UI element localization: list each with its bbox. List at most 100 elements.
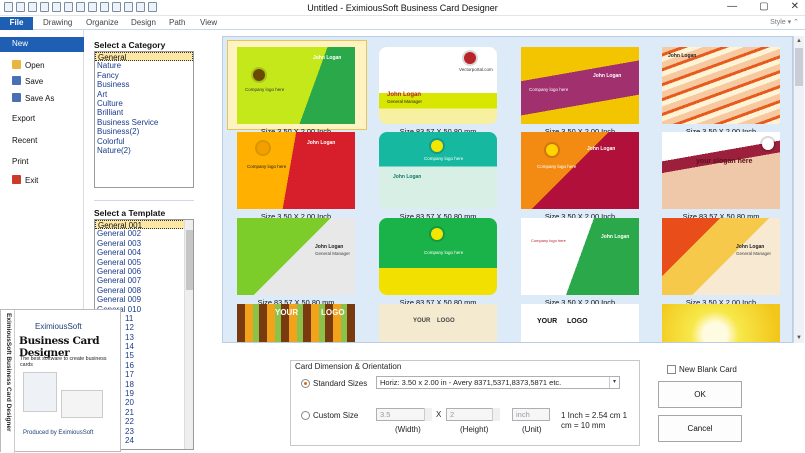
category-item[interactable]: Fancy xyxy=(95,71,193,80)
tab-file[interactable]: File xyxy=(0,17,33,30)
template-item[interactable]: General 008 xyxy=(95,286,193,295)
card-text: YOUR xyxy=(413,318,431,324)
category-item[interactable]: Culture xyxy=(95,99,193,108)
menu-save[interactable]: Save xyxy=(0,75,84,89)
template-item[interactable]: General 005 xyxy=(95,258,193,267)
template-item[interactable]: General 003 xyxy=(95,239,193,248)
minimize-icon[interactable]: — xyxy=(727,1,737,12)
tab-organize[interactable]: Organize xyxy=(86,17,118,30)
promo-tagline: The best software to create business car… xyxy=(20,356,107,368)
tab-design[interactable]: Design xyxy=(131,17,156,30)
card-text: Company logo here xyxy=(247,164,287,169)
card-text: John Logan xyxy=(307,140,336,146)
tab-view[interactable]: View xyxy=(200,17,217,30)
promo-side-strip: EximiousSoft Business Card Designer xyxy=(1,310,15,453)
standard-size-select[interactable]: Horiz: 3.50 x 2.00 in - Avery 8371,5371,… xyxy=(376,376,620,389)
business-card-template[interactable]: YOUR LOGO xyxy=(237,304,355,342)
business-card-template[interactable]: John Logan General Manager xyxy=(662,218,780,295)
scroll-up-icon[interactable]: ▲ xyxy=(795,38,803,44)
card-text: John Logan xyxy=(393,174,422,180)
menu-print[interactable]: Print xyxy=(0,155,84,169)
product-promo-box: EximiousSoft Business Card Designer Exim… xyxy=(0,309,121,453)
business-card-template[interactable]: Company logo here John Logan xyxy=(237,47,355,124)
business-card-template[interactable]: Company logo here John Logan xyxy=(521,47,639,124)
category-item[interactable]: Nature(2) xyxy=(95,146,193,155)
template-item[interactable]: General 001 xyxy=(95,220,193,230)
promo-card-image xyxy=(23,372,57,412)
category-item[interactable]: General xyxy=(95,52,193,62)
menu-export-label: Export xyxy=(12,114,36,123)
standard-size-label: Standard Sizes xyxy=(313,379,368,388)
template-item[interactable]: General 007 xyxy=(95,276,193,285)
menu-exit[interactable]: Exit xyxy=(0,174,84,188)
style-menu[interactable]: Style ▾ ⌃ xyxy=(770,18,799,26)
sun-logo-icon xyxy=(546,144,558,156)
tab-path[interactable]: Path xyxy=(169,17,185,30)
menu-export[interactable]: Export xyxy=(0,112,84,126)
menu-recent[interactable]: Recent xyxy=(0,134,84,148)
business-card-template[interactable]: Company logo here John Logan xyxy=(237,132,355,209)
category-item[interactable]: Brilliant xyxy=(95,108,193,117)
menu-open-label: Open xyxy=(25,61,45,70)
scroll-down-icon[interactable]: ▼ xyxy=(795,335,803,341)
template-item[interactable]: General 006 xyxy=(95,267,193,276)
menu-new[interactable]: New xyxy=(0,37,84,52)
template-item[interactable]: General 002 xyxy=(95,229,193,238)
title-bar: Untitled - EximiousSoft Business Card De… xyxy=(0,0,805,16)
ok-button[interactable]: OK xyxy=(658,381,742,408)
width-spinner[interactable] xyxy=(424,408,432,421)
business-card-template[interactable]: YOUR LOGO xyxy=(521,304,639,342)
menu-save-as[interactable]: Save As xyxy=(0,92,84,106)
sun-logo-icon xyxy=(257,142,269,154)
height-caption: (Height) xyxy=(460,425,489,434)
template-item[interactable]: General 009 xyxy=(95,295,193,304)
custom-size-radio[interactable] xyxy=(301,411,310,420)
business-card-template[interactable]: Company logo here John Logan xyxy=(521,218,639,295)
category-item[interactable]: Business(2) xyxy=(95,127,193,136)
conversion-line-1: 1 Inch = 2.54 cm 1 xyxy=(561,411,628,420)
business-card-template[interactable]: Company logo here John Logan xyxy=(521,132,639,209)
category-list[interactable]: General Nature Fancy Business Art Culture Bril… xyxy=(94,51,194,188)
promo-producer: Produced by EximiousSoft xyxy=(23,430,94,436)
sun-logo-icon xyxy=(431,140,443,152)
card-text: John Logan xyxy=(601,234,630,240)
standard-size-radio[interactable] xyxy=(301,379,310,388)
unit-caption: (Unit) xyxy=(522,425,542,434)
card-text: your slogan here xyxy=(696,158,753,165)
card-text: Company logo here xyxy=(245,87,285,92)
business-card-template[interactable] xyxy=(662,304,780,342)
chevron-down-icon[interactable]: ▾ xyxy=(609,377,619,388)
business-card-template[interactable]: Company logo here xyxy=(379,218,497,295)
gallery-scroll-thumb[interactable] xyxy=(795,48,803,86)
card-text: Vectorportal.com xyxy=(459,67,493,72)
template-item[interactable]: General 004 xyxy=(95,248,193,257)
close-icon[interactable]: ✕ xyxy=(791,1,799,12)
category-item[interactable]: Business xyxy=(95,80,193,89)
business-card-template[interactable]: YOUR LOGO xyxy=(379,304,497,342)
category-item[interactable]: Business Service xyxy=(95,118,193,127)
category-item[interactable]: Art xyxy=(95,90,193,99)
business-card-template[interactable]: Vectorportal.com John Logan General Manage… xyxy=(379,47,497,124)
unit-select[interactable]: inch xyxy=(512,408,550,421)
menu-save-as-label: Save As xyxy=(25,94,55,103)
height-spinner[interactable] xyxy=(492,408,500,421)
cancel-button[interactable]: Cancel xyxy=(658,415,742,442)
card-text: Company logo here xyxy=(531,238,566,243)
tab-drawing[interactable]: Drawing xyxy=(43,17,72,30)
business-card-template[interactable]: John Logan General Manager xyxy=(237,218,355,295)
category-item[interactable]: Nature xyxy=(95,61,193,70)
maximize-icon[interactable]: ▢ xyxy=(759,1,768,12)
business-card-template[interactable]: Company logo here John Logan xyxy=(379,132,497,209)
business-card-template[interactable]: your slogan here xyxy=(662,132,780,209)
category-item[interactable]: Colorful xyxy=(95,137,193,146)
standard-size-value: Horiz: 3.50 x 2.00 in - Avery 8371,5371,… xyxy=(380,378,562,387)
template-scrollbar[interactable] xyxy=(184,220,193,449)
menu-open[interactable]: Open xyxy=(0,59,84,73)
x-label: X xyxy=(436,410,442,419)
card-text: Company logo here xyxy=(537,164,577,169)
gallery-scrollbar[interactable]: ▲ ▼ xyxy=(793,36,804,343)
card-text: John Logan xyxy=(315,244,344,250)
business-card-template[interactable]: John Logan xyxy=(662,47,780,124)
new-blank-card-checkbox[interactable] xyxy=(667,365,676,374)
template-scroll-thumb[interactable] xyxy=(186,230,193,290)
